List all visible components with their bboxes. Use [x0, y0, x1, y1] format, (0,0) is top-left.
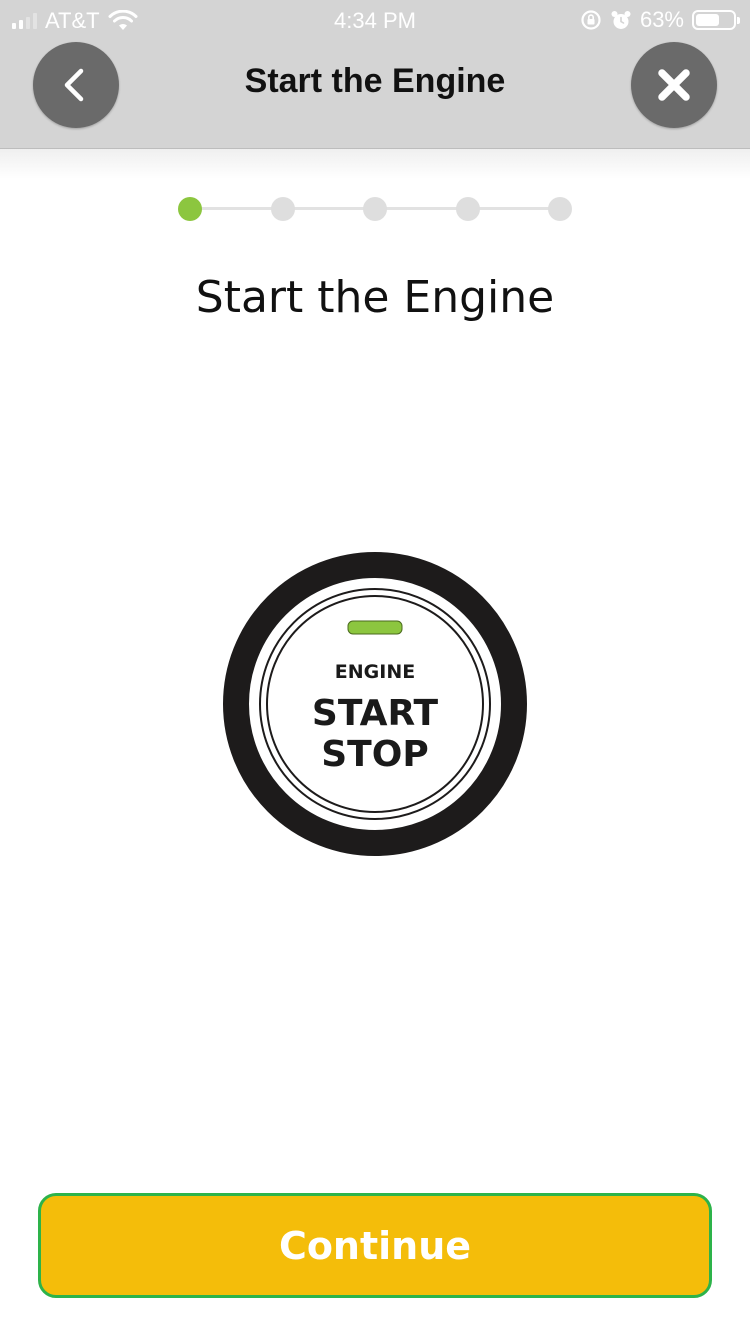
status-bar: AT&T 4:34 PM 63%: [0, 0, 750, 40]
back-button[interactable]: [33, 42, 119, 128]
battery-percent: 63%: [639, 7, 684, 32]
chevron-left-icon: [64, 68, 84, 102]
step-dot-2: [270, 197, 295, 221]
continue-button[interactable]: Continue: [38, 1193, 712, 1298]
start-label: START: [312, 693, 439, 734]
engine-indicator-light: [347, 620, 403, 635]
nav-shadow: [0, 149, 750, 179]
close-button[interactable]: [631, 42, 717, 128]
step-dot-5: [548, 197, 572, 221]
close-icon: [658, 69, 690, 101]
engine-start-stop-illustration: ENGINE START STOP: [223, 552, 527, 856]
page-heading: Start the Engine: [195, 272, 555, 323]
progress-stepper: [178, 196, 572, 222]
alarm-icon: [611, 11, 631, 29]
stop-label: STOP: [321, 734, 428, 775]
orientation-lock-icon: [581, 10, 601, 30]
nav-title: Start the Engine: [244, 62, 506, 100]
battery-level: [696, 14, 719, 26]
battery-icon: [692, 10, 740, 30]
screen: AT&T 4:34 PM 63% Start the Engine Start …: [0, 0, 750, 1334]
step-dot-1: [178, 197, 202, 221]
nav-bar: Start the Engine: [0, 40, 750, 149]
status-right: 63%: [580, 7, 740, 33]
step-dot-4: [455, 197, 480, 221]
engine-label: ENGINE: [335, 661, 415, 683]
step-dot-3: [363, 197, 387, 221]
